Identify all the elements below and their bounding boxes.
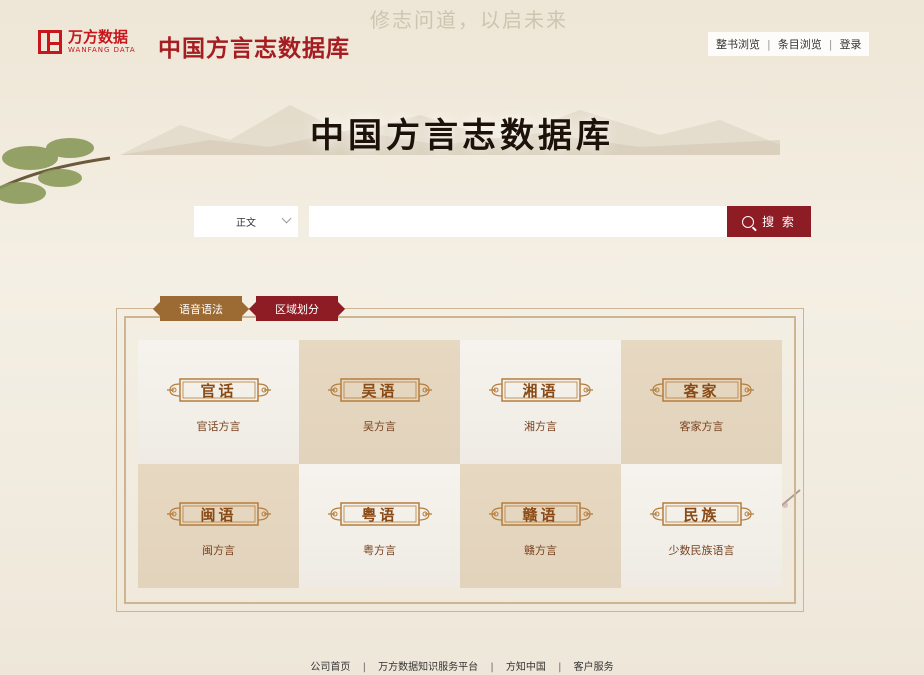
dialect-plaque-text: 官话 [200,381,237,400]
dialect-plaque: 客家 [649,376,755,404]
search-button-label: 搜 索 [762,215,796,229]
dialect-category-label: 闽方言 [202,544,235,557]
footer-link-fangzhi[interactable]: 方知中国 [506,662,546,673]
chevron-down-icon [281,213,292,224]
dialect-plaque-text: 吴语 [361,381,398,400]
wanfang-logo-icon [38,30,62,54]
search-input[interactable] [309,206,727,237]
dialect-plaque-text: 民族 [683,505,720,524]
logo-cn-text: 万方数据 [68,28,129,46]
nav-browse-entries[interactable]: 条目浏览 [778,36,822,52]
dialect-category-card[interactable]: 粤语 粤方言 [299,464,460,588]
dialect-plaque: 湘语 [488,376,594,404]
search-icon [742,215,755,228]
nav-divider: | [767,37,771,51]
dialect-plaque-text: 赣语 [522,505,559,524]
wanfang-logo[interactable]: 万方数据 WANFANG DATA [38,30,136,54]
dialect-category-card[interactable]: 客家 客家方言 [621,340,782,464]
page-title: 中国方言志数据库 [310,116,614,156]
tab-region-division[interactable]: 区域划分 [256,296,338,321]
dialect-category-card[interactable]: 官话 官话方言 [138,340,299,464]
tab-label: 区域划分 [275,302,319,316]
dialect-category-card[interactable]: 闽语 闽方言 [138,464,299,588]
dialect-category-card[interactable]: 吴语 吴方言 [299,340,460,464]
nav-login[interactable]: 登录 [839,36,861,52]
search-field-select-value: 正文 [236,218,256,229]
dialect-plaque: 吴语 [327,376,433,404]
dialect-plaque-text: 闽语 [200,505,237,524]
dialect-category-label: 赣方言 [524,544,557,557]
dialect-category-label: 粤方言 [363,544,396,557]
footer-link-service[interactable]: 客户服务 [574,662,614,673]
dialect-plaque-text: 湘语 [522,381,559,400]
dialect-category-grid: 官话 官话方言 吴语 吴方言 湘语 湘方言 客家 客家方言 闽语 闽方言 粤语 粤方言 赣语 赣方言 民族少… [138,340,782,588]
dialect-plaque: 民族 [649,500,755,528]
dialect-category-card[interactable]: 民族 少数民族语言 [621,464,782,588]
dialect-plaque: 粤语 [327,500,433,528]
dialect-category-card[interactable]: 湘语 湘方言 [460,340,621,464]
footer-divider: | [490,662,494,673]
logo-en-text: WANFANG DATA [68,46,136,54]
dialect-category-label: 湘方言 [524,420,557,433]
nav-divider: | [828,37,833,51]
footer-divider: | [558,662,562,673]
site-title[interactable]: 中国方言志数据库 [158,29,350,63]
footer-divider: | [362,662,366,673]
background-calligraphy: 修志问道，以启未来 [370,8,568,32]
dialect-plaque-text: 客家 [683,381,720,400]
dialect-plaque: 闽语 [166,500,272,528]
tab-phonetics-grammar[interactable]: 语音语法 [160,296,242,321]
footer-link-company[interactable]: 公司首页 [310,662,350,673]
top-navigation: 整书浏览 | 条目浏览 | 登录 [708,32,870,56]
dialect-category-label: 官话方言 [196,420,241,433]
dialect-plaque: 官话 [166,376,272,404]
dialect-plaque-text: 粤语 [361,505,398,524]
tab-label: 语音语法 [179,302,223,316]
footer: 公司首页 | 万方数据知识服务平台 | 方知中国 | 客户服务 [0,658,924,673]
search-button[interactable]: 搜 索 [727,206,811,237]
dialect-category-card[interactable]: 赣语 赣方言 [460,464,621,588]
dialect-category-label: 客家方言 [679,420,724,433]
dialect-category-label: 少数民族语言 [668,544,735,557]
nav-browse-books[interactable]: 整书浏览 [716,36,760,52]
footer-link-platform[interactable]: 万方数据知识服务平台 [378,662,478,673]
dialect-category-label: 吴方言 [363,420,396,433]
search-field-select[interactable]: 正文 [194,206,298,237]
dialect-plaque: 赣语 [488,500,594,528]
